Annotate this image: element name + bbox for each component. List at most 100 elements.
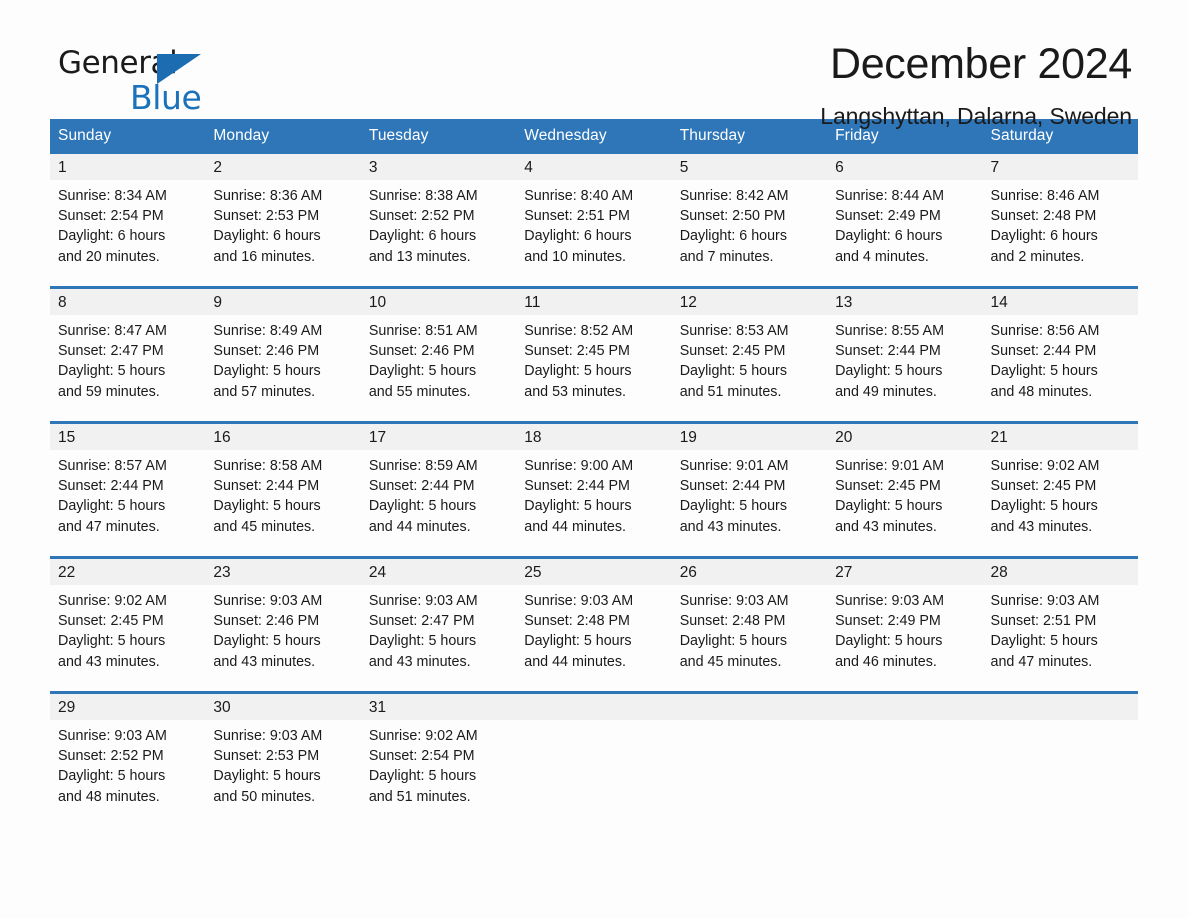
daylight-text-line2: and 13 minutes. xyxy=(368,248,471,265)
calendar-day-cell[interactable]: 14 Sunrise: 8:56 AM Sunset: 2:44 PM Dayligh… xyxy=(982,286,1138,423)
sunrise-text: Sunrise: 8:52 AM xyxy=(524,323,634,339)
sunset-text: Sunset: 2:46 PM xyxy=(213,613,320,630)
day-details: Sunrise: 9:02 AM Sunset: 2:45 PM Daylight:… xyxy=(50,585,205,672)
day-number xyxy=(516,694,672,720)
daylight-text-line2: and 20 minutes. xyxy=(58,248,160,265)
calendar-day-cell[interactable]: 9 Sunrise: 8:49 AM Sunset: 2:46 PM Daylight… xyxy=(205,286,361,423)
sunrise-text: Sunrise: 9:03 AM xyxy=(213,728,323,744)
daylight-text-line2: and 47 minutes. xyxy=(990,653,1093,670)
calendar-day-cell[interactable]: 28 Sunrise: 9:03 AM Sunset: 2:51 PM Dayligh… xyxy=(982,556,1138,693)
daylight-text-line2: and 46 minutes. xyxy=(835,653,937,670)
sunset-text: Sunset: 2:45 PM xyxy=(679,343,786,360)
calendar-day-cell[interactable]: 6 Sunrise: 8:44 AM Sunset: 2:49 PM Daylight… xyxy=(827,154,983,288)
calendar-day-cell[interactable]: 16 Sunrise: 8:58 AM Sunset: 2:44 PM Dayligh… xyxy=(205,421,361,558)
day-number: 2 xyxy=(205,154,361,180)
sunset-text: Sunset: 2:44 PM xyxy=(58,478,164,495)
calendar-day-cell[interactable]: 29 Sunrise: 9:03 AM Sunset: 2:52 PM Dayligh… xyxy=(50,691,206,826)
calendar-day-cell[interactable]: 19 Sunrise: 9:01 AM Sunset: 2:44 PM Dayligh… xyxy=(671,421,828,558)
day-details: Sunrise: 8:53 AM Sunset: 2:45 PM Daylight:… xyxy=(672,315,827,402)
calendar-day-cell[interactable]: 13 Sunrise: 8:55 AM Sunset: 2:44 PM Dayligh… xyxy=(827,286,983,423)
day-number: 19 xyxy=(671,424,828,450)
daylight-text-line2: and 45 minutes. xyxy=(679,653,782,670)
day-details: Sunrise: 9:03 AM Sunset: 2:48 PM Daylight:… xyxy=(516,585,671,672)
sunset-text: Sunset: 2:47 PM xyxy=(368,613,475,630)
day-number: 27 xyxy=(827,559,983,585)
calendar-day-cell[interactable]: 10 Sunrise: 8:51 AM Sunset: 2:46 PM Dayligh… xyxy=(360,286,517,423)
day-number: 16 xyxy=(205,424,361,450)
calendar-page: General Blue December 2024 Langshyttan, … xyxy=(0,0,1188,918)
calendar-week-row: 29 Sunrise: 9:03 AM Sunset: 2:52 PM Dayligh… xyxy=(50,691,1138,826)
sunrise-text: Sunrise: 8:56 AM xyxy=(990,323,1100,339)
sunset-text: Sunset: 2:51 PM xyxy=(990,613,1097,630)
daylight-text-line1: Daylight: 5 hours xyxy=(58,768,166,785)
daylight-text-line1: Daylight: 6 hours xyxy=(58,228,166,245)
calendar-day-cell[interactable]: 3 Sunrise: 8:38 AM Sunset: 2:52 PM Daylight… xyxy=(360,154,517,288)
calendar-day-cell[interactable]: 30 Sunrise: 9:03 AM Sunset: 2:53 PM Dayligh… xyxy=(205,691,361,826)
day-details: Sunrise: 9:03 AM Sunset: 2:52 PM Daylight:… xyxy=(50,720,205,807)
sunrise-text: Sunrise: 8:49 AM xyxy=(213,323,323,339)
calendar-day-cell[interactable]: 18 Sunrise: 9:00 AM Sunset: 2:44 PM Dayligh… xyxy=(516,421,672,558)
calendar-day-cell[interactable]: 11 Sunrise: 8:52 AM Sunset: 2:45 PM Dayligh… xyxy=(516,286,672,423)
daylight-text-line1: Daylight: 5 hours xyxy=(58,498,166,515)
day-number: 14 xyxy=(982,289,1138,315)
day-number: 25 xyxy=(516,559,672,585)
calendar-day-cell-empty xyxy=(982,691,1138,826)
calendar-day-cell[interactable]: 4 Sunrise: 8:40 AM Sunset: 2:51 PM Daylight… xyxy=(516,154,672,288)
daylight-text-line1: Daylight: 5 hours xyxy=(368,633,477,650)
daylight-text-line2: and 43 minutes. xyxy=(679,518,782,535)
day-number: 1 xyxy=(50,154,206,180)
calendar-day-cell[interactable]: 25 Sunrise: 9:03 AM Sunset: 2:48 PM Dayligh… xyxy=(516,556,672,693)
calendar-day-cell[interactable]: 20 Sunrise: 9:01 AM Sunset: 2:45 PM Dayligh… xyxy=(827,421,983,558)
sunset-text: Sunset: 2:49 PM xyxy=(835,208,941,225)
day-number: 4 xyxy=(516,154,672,180)
day-details: Sunrise: 9:03 AM Sunset: 2:49 PM Daylight:… xyxy=(827,585,982,672)
calendar-day-cell[interactable]: 2 Sunrise: 8:36 AM Sunset: 2:53 PM Daylight… xyxy=(205,154,361,288)
daylight-text-line1: Daylight: 6 hours xyxy=(835,228,943,245)
calendar-day-cell[interactable]: 23 Sunrise: 9:03 AM Sunset: 2:46 PM Dayligh… xyxy=(205,556,361,693)
day-details: Sunrise: 8:46 AM Sunset: 2:48 PM Daylight:… xyxy=(983,180,1138,267)
day-number xyxy=(827,694,983,720)
day-details: Sunrise: 8:57 AM Sunset: 2:44 PM Daylight:… xyxy=(50,450,205,537)
calendar-day-cell[interactable]: 8 Sunrise: 8:47 AM Sunset: 2:47 PM Daylight… xyxy=(50,286,206,423)
calendar-day-cell[interactable]: 5 Sunrise: 8:42 AM Sunset: 2:50 PM Daylight… xyxy=(671,154,828,288)
daylight-text-line1: Daylight: 6 hours xyxy=(368,228,477,245)
calendar-day-cell[interactable]: 17 Sunrise: 8:59 AM Sunset: 2:44 PM Dayligh… xyxy=(360,421,517,558)
calendar-day-cell[interactable]: 27 Sunrise: 9:03 AM Sunset: 2:49 PM Dayligh… xyxy=(827,556,983,693)
calendar-day-cell[interactable]: 24 Sunrise: 9:03 AM Sunset: 2:47 PM Dayligh… xyxy=(360,556,517,693)
daylight-text-line2: and 51 minutes. xyxy=(368,788,471,805)
sunrise-text: Sunrise: 9:01 AM xyxy=(679,458,789,474)
daylight-text-line2: and 10 minutes. xyxy=(524,248,626,265)
daylight-text-line2: and 44 minutes. xyxy=(368,518,471,535)
sunrise-text: Sunrise: 9:03 AM xyxy=(524,593,634,609)
day-details: Sunrise: 9:02 AM Sunset: 2:45 PM Daylight:… xyxy=(983,450,1138,537)
day-details: Sunrise: 9:01 AM Sunset: 2:44 PM Daylight:… xyxy=(672,450,827,537)
sunrise-text: Sunrise: 9:03 AM xyxy=(58,728,167,744)
day-number: 26 xyxy=(671,559,828,585)
day-details: Sunrise: 8:52 AM Sunset: 2:45 PM Daylight:… xyxy=(516,315,671,402)
calendar-day-cell[interactable]: 31 Sunrise: 9:02 AM Sunset: 2:54 PM Dayligh… xyxy=(360,691,517,826)
daylight-text-line2: and 48 minutes. xyxy=(990,383,1093,400)
calendar-day-cell[interactable]: 12 Sunrise: 8:53 AM Sunset: 2:45 PM Dayligh… xyxy=(671,286,828,423)
calendar-day-cell[interactable]: 1 Sunrise: 8:34 AM Sunset: 2:54 PM Daylight… xyxy=(50,154,206,288)
calendar-day-cell[interactable]: 15 Sunrise: 8:57 AM Sunset: 2:44 PM Dayligh… xyxy=(50,421,206,558)
sunset-text: Sunset: 2:46 PM xyxy=(213,343,320,360)
calendar-day-cell[interactable]: 26 Sunrise: 9:03 AM Sunset: 2:48 PM Dayligh… xyxy=(671,556,828,693)
calendar-week-row: 15 Sunrise: 8:57 AM Sunset: 2:44 PM Dayligh… xyxy=(50,421,1138,558)
daylight-text-line1: Daylight: 5 hours xyxy=(368,768,477,785)
daylight-text-line1: Daylight: 5 hours xyxy=(990,498,1098,515)
generalblue-logo[interactable]: General Blue xyxy=(58,48,258,122)
daylight-text-line2: and 59 minutes. xyxy=(58,383,160,400)
sunset-text: Sunset: 2:44 PM xyxy=(524,478,630,495)
sunset-text: Sunset: 2:44 PM xyxy=(679,478,786,495)
daylight-text-line1: Daylight: 5 hours xyxy=(835,633,943,650)
daylight-text-line2: and 50 minutes. xyxy=(213,788,316,805)
daylight-text-line2: and 57 minutes. xyxy=(213,383,316,400)
calendar-day-cell[interactable]: 21 Sunrise: 9:02 AM Sunset: 2:45 PM Dayligh… xyxy=(982,421,1138,558)
calendar-day-cell[interactable]: 22 Sunrise: 9:02 AM Sunset: 2:45 PM Dayligh… xyxy=(50,556,206,693)
daylight-text-line1: Daylight: 5 hours xyxy=(679,363,787,380)
day-number: 12 xyxy=(671,289,828,315)
sunrise-sunset-calendar: Sunday Monday Tuesday Wednesday Thursday Frid… xyxy=(50,119,1138,826)
calendar-day-cell[interactable]: 7 Sunrise: 8:46 AM Sunset: 2:48 PM Daylight… xyxy=(982,154,1138,288)
daylight-text-line2: and 43 minutes. xyxy=(213,653,316,670)
sunrise-text: Sunrise: 9:03 AM xyxy=(679,593,789,609)
